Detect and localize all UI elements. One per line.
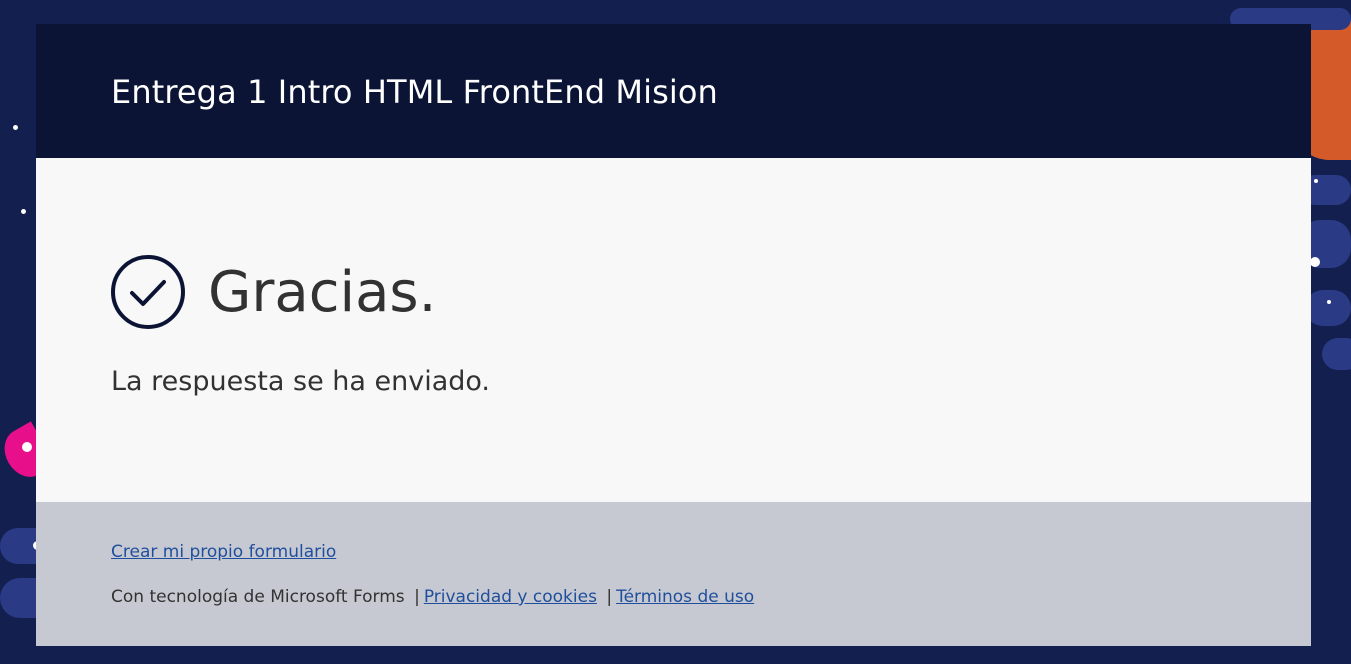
footer-separator: | bbox=[606, 587, 613, 607]
powered-by-text: Con tecnología de Microsoft Forms bbox=[111, 587, 405, 607]
confirmation-message: La respuesta se ha enviado. bbox=[111, 366, 491, 397]
form-title: Entrega 1 Intro HTML FrontEnd Mision bbox=[111, 73, 718, 111]
confirmation-heading: Gracias. bbox=[208, 260, 437, 325]
background-cloud-shape bbox=[1305, 290, 1351, 326]
create-own-form-link[interactable]: Crear mi propio formulario bbox=[111, 540, 336, 564]
background-star bbox=[22, 442, 32, 452]
background-cloud-shape bbox=[1322, 338, 1351, 370]
powered-by-line: Con tecnología de Microsoft Forms | Priva… bbox=[111, 585, 754, 609]
form-header: Entrega 1 Intro HTML FrontEnd Mision bbox=[36, 24, 1311, 158]
background-star bbox=[1310, 257, 1320, 267]
terms-of-use-link[interactable]: Términos de uso bbox=[616, 587, 754, 607]
check-circle-icon bbox=[111, 255, 185, 329]
privacy-cookies-link[interactable]: Privacidad y cookies bbox=[424, 587, 597, 607]
background-star bbox=[13, 125, 18, 130]
background-star bbox=[1327, 300, 1331, 304]
form-footer: Crear mi propio formulario Con tecnologí… bbox=[36, 502, 1311, 646]
form-card: Entrega 1 Intro HTML FrontEnd Mision Gra… bbox=[36, 24, 1311, 646]
footer-separator: | bbox=[414, 587, 420, 607]
confirmation-section: Gracias. La respuesta se ha enviado. bbox=[36, 158, 1311, 502]
background-star bbox=[1314, 179, 1318, 183]
background-star bbox=[21, 209, 26, 214]
